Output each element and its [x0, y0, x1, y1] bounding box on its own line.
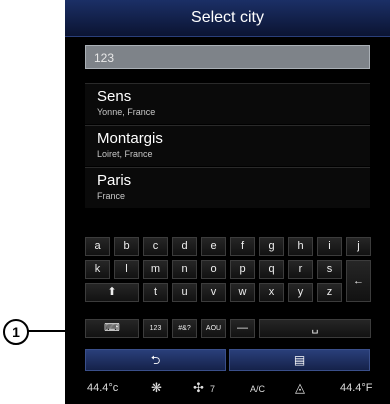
page-title: Select city [65, 0, 390, 37]
key-r[interactable]: r [288, 260, 313, 279]
airflow-icon: ❋ [151, 380, 162, 395]
fan-icon: ✣ [193, 380, 204, 395]
key-b[interactable]: b [114, 237, 139, 256]
key-k[interactable]: k [85, 260, 110, 279]
key-y[interactable]: y [288, 283, 313, 302]
key-w[interactable]: w [230, 283, 255, 302]
key-l[interactable]: l [114, 260, 139, 279]
shift-key[interactable]: ⬆ [85, 283, 139, 302]
city-name: Paris [97, 172, 132, 189]
key-z[interactable]: z [317, 283, 342, 302]
recirculation-icon: ◬ [295, 380, 305, 395]
key-j[interactable]: j [346, 237, 371, 256]
key-g[interactable]: g [259, 237, 284, 256]
key-f[interactable]: f [230, 237, 255, 256]
mode-symbols-key[interactable]: #&? [172, 319, 197, 338]
temperature-left: 44.4°c [87, 382, 119, 394]
fan-speed: 7 [210, 384, 216, 394]
key-m[interactable]: m [143, 260, 168, 279]
key-h[interactable]: h [288, 237, 313, 256]
city-name: Montargis [97, 130, 163, 147]
dash-key[interactable]: — [230, 319, 255, 338]
list-item[interactable]: Sens Yonne, France [85, 83, 370, 124]
city-region: Loiret, France [97, 149, 153, 159]
keyboard: a b c d e f g h i j k l m n o p q r s ← … [85, 237, 377, 339]
space-key[interactable]: ␣ [259, 319, 371, 338]
mode-accents-key[interactable]: AOU [201, 319, 226, 338]
search-input[interactable]: 123 [85, 45, 370, 69]
city-name: Sens [97, 88, 132, 105]
key-d[interactable]: d [172, 237, 197, 256]
key-c[interactable]: c [143, 237, 168, 256]
key-s[interactable]: s [317, 260, 342, 279]
list-item[interactable]: Paris France [85, 167, 370, 208]
key-o[interactable]: o [201, 260, 226, 279]
city-region: Yonne, France [97, 107, 156, 117]
back-button[interactable]: ⮌ [85, 349, 226, 371]
key-v[interactable]: v [201, 283, 226, 302]
key-t[interactable]: t [143, 283, 168, 302]
mode-123-key[interactable]: 123 [143, 319, 168, 338]
nav-screen: Select city 123 Sens Yonne, France Monta… [65, 0, 390, 404]
key-i[interactable]: i [317, 237, 342, 256]
ac-label: A/C [250, 384, 266, 394]
key-a[interactable]: a [85, 237, 110, 256]
temperature-right: 44.4°F [340, 382, 373, 394]
list-button[interactable]: ▤ [229, 349, 370, 371]
key-e[interactable]: e [201, 237, 226, 256]
key-p[interactable]: p [230, 260, 255, 279]
status-bar: 44.4°c ❋ ✣ 7 A/C ◬ 44.4°F [65, 374, 390, 404]
list-item[interactable]: Montargis Loiret, France [85, 125, 370, 166]
city-region: France [97, 191, 126, 201]
callout-number: 1 [3, 319, 29, 345]
key-n[interactable]: n [172, 260, 197, 279]
key-u[interactable]: u [172, 283, 197, 302]
bottom-bar: ⮌ ▤ [85, 349, 370, 371]
backspace-key[interactable]: ← [346, 260, 371, 302]
hide-keyboard-icon[interactable]: ⌨ [85, 319, 139, 338]
key-x[interactable]: x [259, 283, 284, 302]
key-q[interactable]: q [259, 260, 284, 279]
